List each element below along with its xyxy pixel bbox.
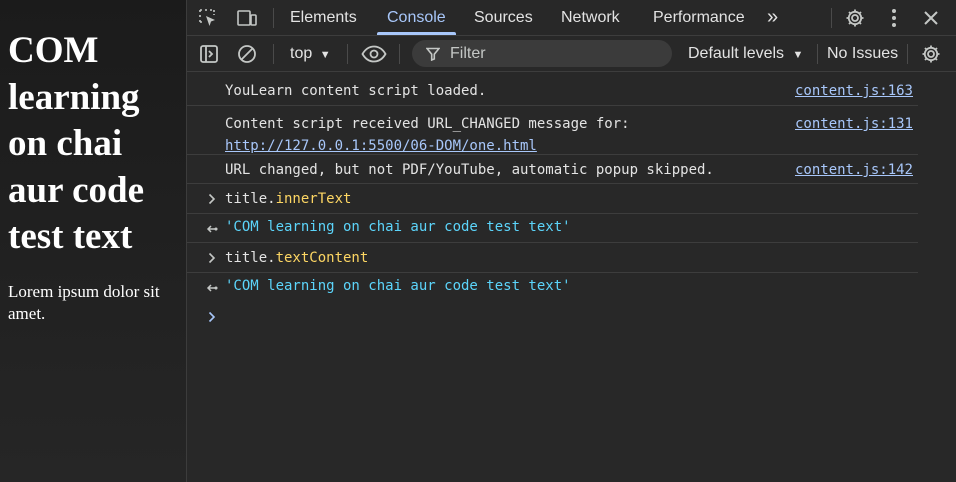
filter-icon (426, 47, 440, 61)
issues-button[interactable]: No Issues (827, 36, 898, 71)
toolbar-separator (273, 44, 274, 64)
sidebar-toggle-icon[interactable] (197, 42, 221, 66)
settings-gear-icon[interactable] (919, 42, 943, 66)
console-result: 'COM learning on chai aur code test text… (225, 219, 571, 235)
console-output[interactable]: YouLearn content script loaded. content.… (187, 72, 956, 482)
log-levels-label: Default levels (688, 45, 785, 62)
console-input: title.textContent (225, 247, 368, 269)
devtools-tabbar: Elements Console Sources Network Perform… (187, 0, 956, 36)
log-source-link[interactable]: content.js:163 (795, 80, 913, 102)
console-log-row: URL changed, but not PDF/YouTube, automa… (187, 154, 918, 184)
result-return-icon (205, 279, 219, 297)
tab-elements[interactable]: Elements (290, 0, 357, 35)
tab-sources[interactable]: Sources (474, 0, 533, 35)
kebab-menu-icon[interactable] (882, 6, 906, 30)
console-log-row: YouLearn content script loaded. content.… (187, 72, 918, 106)
tabbar-separator (273, 8, 274, 28)
console-input: title.innerText (225, 188, 351, 210)
tab-performance[interactable]: Performance (653, 0, 745, 35)
toolbar-separator-2 (347, 44, 348, 64)
log-source-link[interactable]: content.js:131 (795, 113, 913, 135)
console-input-row[interactable]: title.innerText (187, 183, 918, 214)
log-message: Content script received URL_CHANGED mess… (225, 113, 630, 157)
device-toolbar-icon[interactable] (235, 6, 259, 30)
settings-icon[interactable] (843, 6, 867, 30)
toolbar-separator-3 (399, 44, 400, 64)
filter-box[interactable] (412, 40, 672, 67)
tabbar-separator-right (831, 8, 832, 28)
context-label: top (290, 45, 313, 62)
input-property: textContent (275, 250, 369, 266)
filter-input[interactable] (448, 43, 662, 64)
clear-console-icon[interactable] (235, 42, 259, 66)
inspect-element-icon[interactable] (196, 6, 220, 30)
context-selector[interactable]: top ▼ (290, 36, 331, 71)
console-result-row[interactable]: 'COM learning on chai aur code test text… (187, 213, 918, 243)
console-result-row[interactable]: 'COM learning on chai aur code test text… (187, 272, 918, 301)
log-source-link[interactable]: content.js:142 (795, 159, 913, 181)
page-paragraph: Lorem ipsum dolor sit amet. (8, 281, 160, 323)
input-object: title. (225, 250, 276, 266)
log-levels-dropdown[interactable]: Default levels ▼ (688, 36, 803, 71)
console-result: 'COM learning on chai aur code test text… (225, 278, 571, 294)
input-object: title. (225, 191, 276, 207)
tab-console[interactable]: Console (377, 0, 456, 35)
console-log-row: Content script received URL_CHANGED mess… (187, 105, 918, 155)
input-chevron-icon (205, 190, 219, 208)
devtools-panel: Elements Console Sources Network Perform… (187, 0, 956, 482)
console-toolbar: top ▼ Default levels ▼ No Issues (187, 36, 956, 72)
input-chevron-icon (205, 249, 219, 267)
toolbar-separator-5 (907, 44, 908, 64)
console-input-row[interactable]: title.textContent (187, 242, 918, 273)
close-icon[interactable] (919, 6, 943, 30)
toolbar-separator-4 (817, 44, 818, 64)
more-tabs-button[interactable]: » (767, 0, 778, 35)
log-message: URL changed, but not PDF/YouTube, automa… (225, 162, 714, 178)
log-message: YouLearn content script loaded. (225, 83, 487, 99)
result-return-icon (205, 220, 219, 238)
levels-chevron-down-icon: ▼ (792, 49, 804, 61)
console-prompt-icon[interactable] (205, 308, 219, 326)
context-chevron-down-icon: ▼ (319, 49, 331, 61)
live-expression-eye-icon[interactable] (361, 42, 387, 66)
log-url-link[interactable]: http://127.0.0.1:5500/06-DOM/one.html (225, 138, 537, 154)
tab-network[interactable]: Network (561, 0, 620, 35)
input-property: innerText (275, 191, 352, 207)
log-message-text: Content script received URL_CHANGED mess… (225, 116, 630, 132)
page-heading: COM learning on chai aur code test text (8, 30, 145, 257)
page-preview: COM learning on chai aur code test text … (0, 0, 186, 482)
